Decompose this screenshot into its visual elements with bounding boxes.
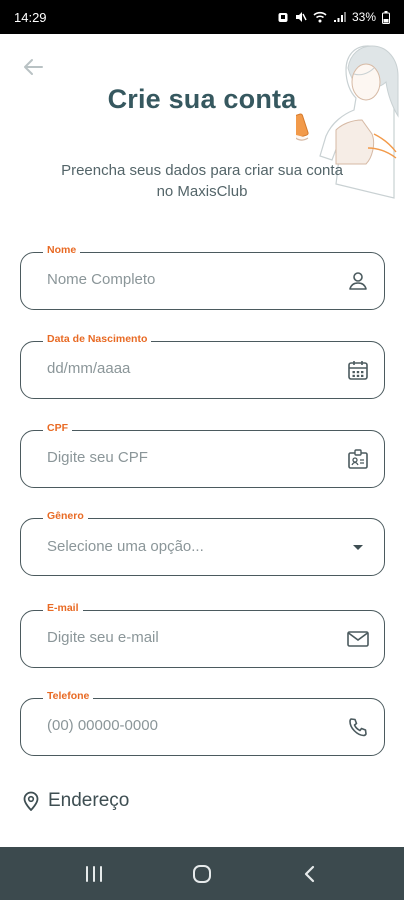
system-nav-bar (0, 847, 404, 900)
birthdate-input[interactable] (47, 360, 317, 377)
back-button[interactable] (20, 54, 46, 80)
page-title: Crie sua conta (107, 84, 297, 114)
page-subtitle: Preencha seus dados para criar sua conta… (61, 162, 343, 200)
gender-select[interactable]: Gênero Selecione uma opção... (20, 510, 385, 576)
caret-down-icon[interactable] (346, 535, 370, 559)
id-card-icon (346, 447, 370, 471)
chevron-left-icon (304, 865, 315, 882)
address-section-header: Endereço (22, 790, 129, 812)
email-input[interactable] (47, 629, 317, 646)
system-back-button[interactable] (290, 854, 330, 894)
status-time: 14:29 (14, 9, 47, 25)
name-label: Nome (43, 244, 81, 256)
home-button[interactable] (182, 854, 222, 894)
arrow-left-icon (24, 59, 43, 75)
battery-icon (382, 10, 390, 24)
mute-icon (295, 12, 307, 22)
name-input[interactable] (47, 271, 317, 288)
phone-field[interactable]: Telefone (20, 690, 385, 756)
calendar-icon[interactable] (346, 358, 370, 382)
birthdate-label: Data de Nascimento (43, 333, 152, 345)
home-icon (193, 864, 211, 883)
cpf-label: CPF (43, 422, 72, 434)
email-field[interactable]: E-mail (20, 602, 385, 668)
location-pin-icon (23, 791, 39, 811)
battery-text: 33% (351, 10, 376, 24)
cpf-field[interactable]: CPF (20, 422, 385, 488)
phone-label: Telefone (43, 690, 94, 702)
gender-selected-value: Selecione uma opção... (47, 538, 204, 555)
status-icons: 33% (277, 10, 390, 24)
person-icon (346, 269, 370, 293)
cpf-input[interactable] (47, 449, 317, 466)
gender-label: Gênero (43, 510, 88, 522)
birthdate-field[interactable]: Data de Nascimento (20, 333, 385, 399)
wifi-icon (313, 11, 327, 23)
signal-icon (333, 12, 346, 22)
recent-apps-icon (86, 865, 102, 882)
address-section-title: Endereço (48, 790, 130, 811)
status-bar: 14:29 33% (0, 0, 404, 34)
recent-apps-button[interactable] (74, 854, 114, 894)
name-field[interactable]: Nome (20, 244, 385, 310)
envelope-icon (346, 627, 370, 651)
email-label: E-mail (43, 602, 83, 614)
phone-input[interactable] (47, 717, 317, 734)
phone-icon (346, 715, 370, 739)
alarm-icon (278, 13, 288, 22)
